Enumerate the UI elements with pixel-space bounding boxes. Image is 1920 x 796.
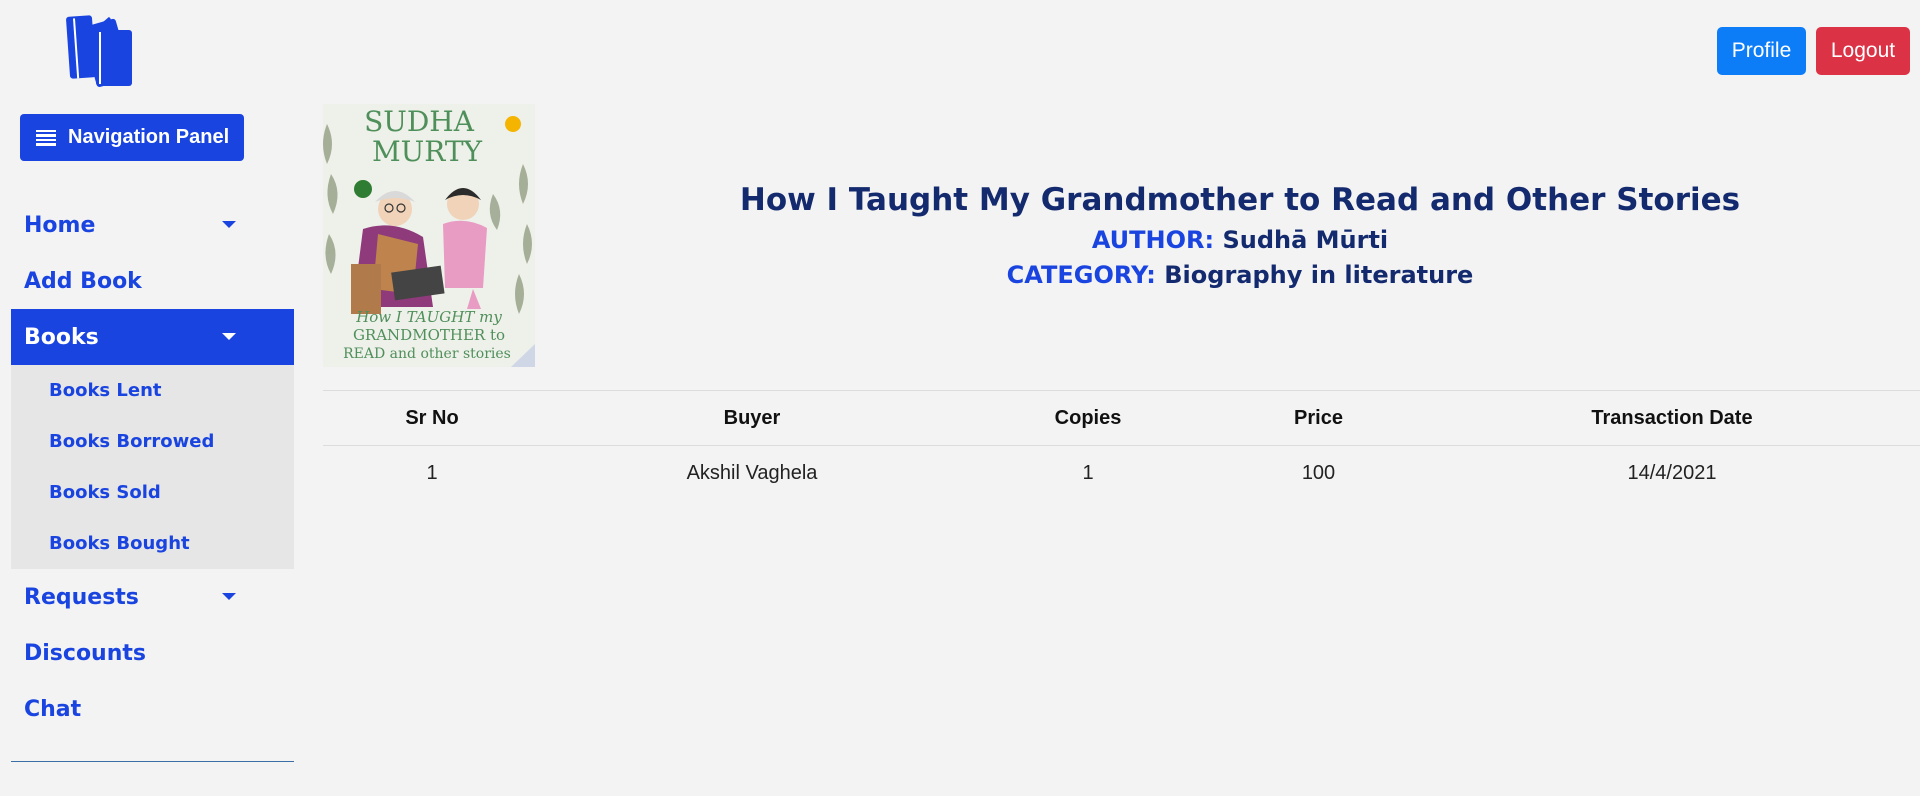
sidebar-item-label: Requests bbox=[24, 584, 139, 610]
submenu-item-books-lent[interactable]: Books Lent bbox=[11, 365, 294, 416]
caret-down-icon bbox=[222, 221, 236, 228]
book-author: AUTHOR: Sudhā Mūrti bbox=[560, 226, 1920, 254]
cover-author-line2: MURTY bbox=[372, 135, 483, 168]
cover-title-line3: READ and other stories bbox=[343, 346, 511, 362]
profile-button-label: Profile bbox=[1731, 39, 1792, 62]
cell-price: 100 bbox=[1301, 461, 1336, 484]
category-value: Biography in literature bbox=[1164, 261, 1474, 289]
navigation-panel-label: Navigation Panel bbox=[68, 126, 230, 148]
category-label: CATEGORY: bbox=[1006, 261, 1156, 289]
cell-sr-no: 1 bbox=[426, 461, 438, 484]
column-header-buyer: Buyer bbox=[723, 406, 781, 429]
cell-buyer: Akshil Vaghela bbox=[686, 461, 818, 484]
logout-button[interactable]: Logout bbox=[1816, 27, 1910, 75]
navigation-panel-button[interactable]: Navigation Panel bbox=[20, 114, 244, 161]
table-row: 1 Akshil Vaghela 1 100 14/4/2021 bbox=[323, 446, 1920, 500]
cell-transaction-date: 14/4/2021 bbox=[1627, 461, 1717, 484]
cover-title-line1: How I TAUGHT my bbox=[355, 308, 502, 326]
books-logo-icon[interactable] bbox=[66, 12, 136, 88]
sidebar-item-chat[interactable]: Chat bbox=[11, 681, 294, 737]
sidebar-item-label: Home bbox=[24, 212, 96, 238]
submenu-item-books-borrowed[interactable]: Books Borrowed bbox=[11, 416, 294, 467]
sidebar-item-books[interactable]: Books bbox=[11, 309, 294, 365]
submenu-item-books-sold[interactable]: Books Sold bbox=[11, 467, 294, 518]
sidebar-item-label: Discounts bbox=[24, 640, 146, 666]
sidebar-item-add-book[interactable]: Add Book bbox=[11, 253, 294, 309]
cell-copies: 1 bbox=[1082, 461, 1094, 484]
book-title: How I Taught My Grandmother to Read and … bbox=[739, 182, 1741, 218]
profile-button[interactable]: Profile bbox=[1717, 27, 1806, 75]
books-submenu: Books Lent Books Borrowed Books Sold Boo… bbox=[11, 365, 294, 569]
book-cover-image: SUDHA MURTY How I TAUGHT my GRANDMOTHER … bbox=[323, 104, 535, 367]
menu-list-icon bbox=[36, 129, 56, 146]
column-header-price: Price bbox=[1294, 406, 1343, 429]
author-label: AUTHOR: bbox=[1091, 226, 1215, 254]
sidebar-item-discounts[interactable]: Discounts bbox=[11, 625, 294, 681]
sidebar-menu: Home Add Book Books Books Lent Books Bor… bbox=[11, 197, 294, 737]
sidebar-item-label: Chat bbox=[24, 696, 82, 722]
logout-button-label: Logout bbox=[1830, 39, 1896, 62]
table-header-row: Sr No Buyer Copies Price Transaction Dat… bbox=[323, 391, 1920, 445]
submenu-item-label: Books Bought bbox=[49, 533, 190, 554]
sidebar: Navigation Panel Home Add Book Books Boo… bbox=[0, 0, 300, 796]
cover-title-line2: GRANDMOTHER to bbox=[353, 326, 505, 344]
submenu-item-label: Books Borrowed bbox=[49, 431, 215, 452]
sidebar-item-label: Add Book bbox=[24, 268, 142, 294]
submenu-item-books-bought[interactable]: Books Bought bbox=[11, 518, 294, 569]
submenu-item-label: Books Lent bbox=[49, 380, 162, 401]
sidebar-item-home[interactable]: Home bbox=[11, 197, 294, 253]
submenu-item-label: Books Sold bbox=[49, 482, 161, 503]
transactions-table: Sr No Buyer Copies Price Transaction Dat… bbox=[323, 390, 1920, 500]
sidebar-item-requests[interactable]: Requests bbox=[11, 569, 294, 625]
caret-down-icon bbox=[222, 333, 236, 340]
book-category: CATEGORY: Biography in literature bbox=[560, 261, 1920, 289]
author-value: Sudhā Mūrti bbox=[1222, 226, 1389, 254]
sidebar-item-label: Books bbox=[24, 324, 99, 350]
column-header-copies: Copies bbox=[1054, 406, 1122, 429]
sidebar-divider bbox=[11, 761, 294, 762]
column-header-transaction-date: Transaction Date bbox=[1591, 406, 1753, 429]
caret-down-icon bbox=[222, 593, 236, 600]
cover-author-line1: SUDHA bbox=[364, 105, 475, 138]
column-header-sr-no: Sr No bbox=[405, 406, 459, 429]
